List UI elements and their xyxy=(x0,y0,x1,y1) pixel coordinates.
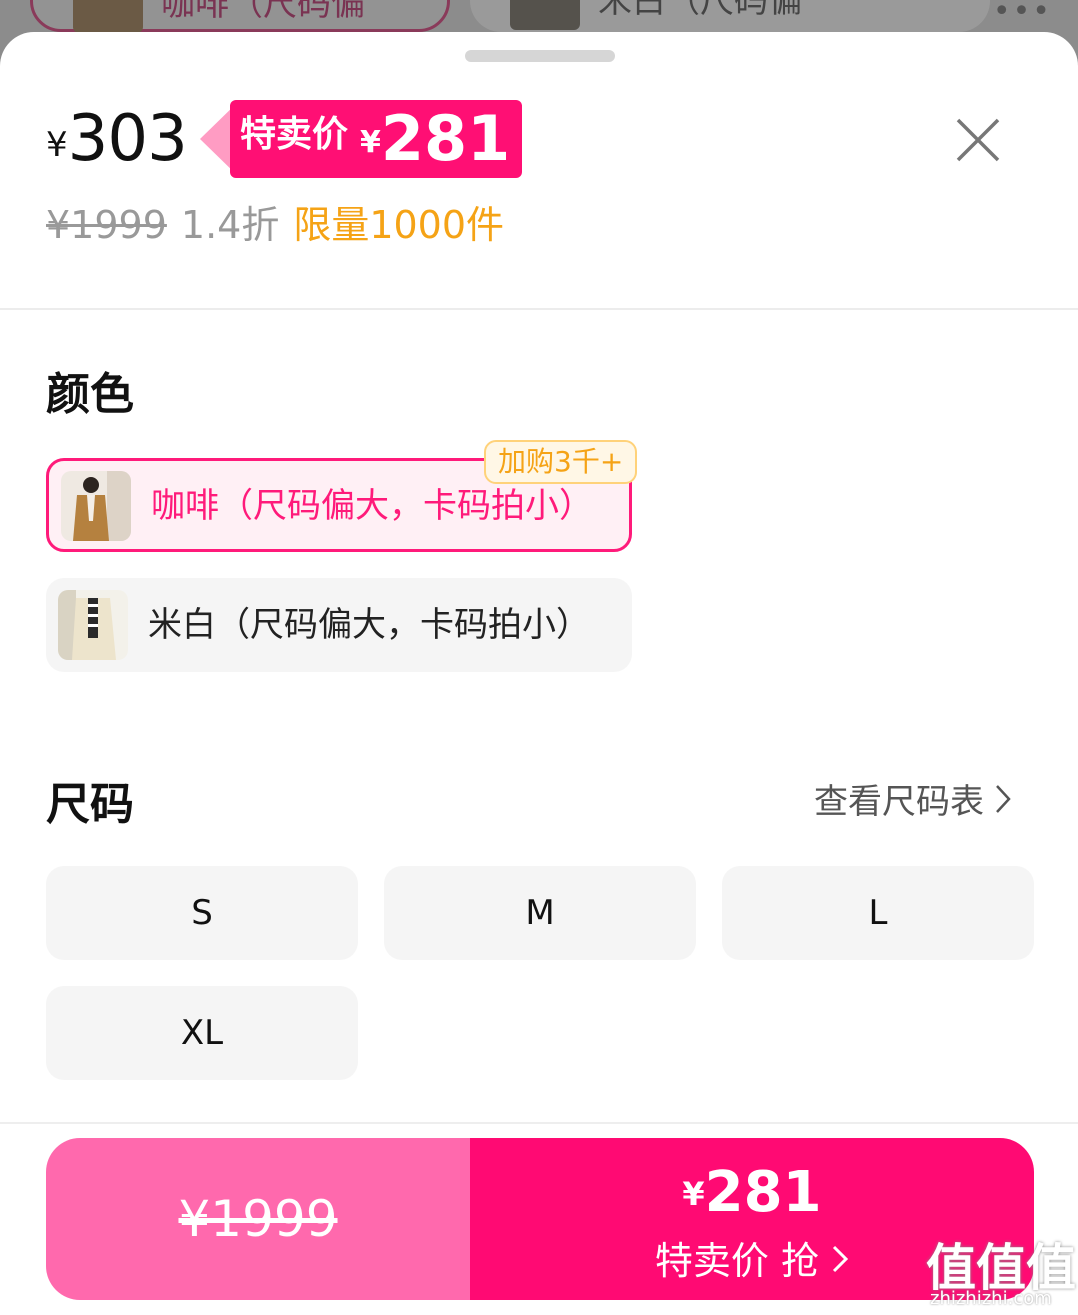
button-action-text: 特卖价 抢 xyxy=(654,1239,819,1283)
popularity-badge: 加购3千+ xyxy=(484,440,638,484)
special-currency: ¥ xyxy=(360,125,381,160)
size-option-l[interactable]: L xyxy=(722,866,1034,960)
size-option-m[interactable]: M xyxy=(384,866,696,960)
close-icon xyxy=(956,118,1000,162)
size-chart-link[interactable]: 查看尺码表 xyxy=(814,774,1012,824)
drag-handle[interactable] xyxy=(465,50,615,62)
currency-symbol: ¥ xyxy=(46,125,68,165)
bottom-action-bar: ¥1999 ¥281 特卖价 抢 xyxy=(0,1122,1078,1315)
product-thumbnail-beige xyxy=(58,590,128,660)
background-color-chip: 米白（尺码偏 xyxy=(470,0,990,32)
current-price-value: 303 xyxy=(67,102,188,176)
discount-rate: 1.4折 xyxy=(180,203,280,247)
size-option-s[interactable]: S xyxy=(46,866,358,960)
background-chip-thumbnail xyxy=(73,0,143,33)
sku-selector-sheet: ¥303 特卖价 ¥281 ¥1999 1.4折 限量1000件 颜色 咖啡（尺码偏大… xyxy=(0,32,1078,1315)
button-currency: ¥ xyxy=(682,1175,705,1213)
chevron-right-icon xyxy=(994,783,1012,824)
background-chip-thumbnail xyxy=(510,0,580,30)
background-chip-label: 米白（尺码偏 xyxy=(598,0,802,21)
size-option-xl[interactable]: XL xyxy=(46,986,358,1080)
more-icon: ••• xyxy=(992,0,1052,29)
product-thumbnail-coffee xyxy=(61,471,131,541)
purchase-buttons: ¥1999 ¥281 特卖价 抢 xyxy=(46,1138,1034,1300)
watermark-url: zhizhizhi.com xyxy=(930,1288,1052,1309)
special-price-value: 281 xyxy=(380,102,511,175)
current-price: ¥303 xyxy=(46,102,188,176)
buy-original-price-button[interactable]: ¥1999 xyxy=(46,1138,470,1300)
original-price: ¥1999 xyxy=(46,203,167,247)
background-color-chip-selected: 咖啡（尺码偏 xyxy=(30,0,450,33)
special-price-label: 特卖价 xyxy=(240,114,349,155)
color-section-title: 颜色 xyxy=(46,369,134,420)
size-chart-label: 查看尺码表 xyxy=(814,782,984,822)
special-price-display: ¥281 xyxy=(470,1160,1034,1225)
button-price-value: 281 xyxy=(704,1160,822,1225)
close-button[interactable] xyxy=(948,110,1008,170)
size-section-title: 尺码 xyxy=(46,779,134,830)
price-details: ¥1999 1.4折 限量1000件 xyxy=(46,194,504,249)
color-option-beige[interactable]: 米白（尺码偏大，卡码拍小） xyxy=(46,578,632,672)
special-price-body: 特卖价 ¥281 xyxy=(230,100,522,178)
special-price-tag: 特卖价 ¥281 xyxy=(200,100,522,178)
divider xyxy=(0,308,1078,310)
chevron-right-icon xyxy=(833,1245,849,1273)
background-chip-label: 咖啡（尺码偏 xyxy=(161,0,365,24)
color-option-label: 米白（尺码偏大，卡码拍小） xyxy=(148,605,590,645)
limited-quantity: 限量1000件 xyxy=(293,203,505,247)
